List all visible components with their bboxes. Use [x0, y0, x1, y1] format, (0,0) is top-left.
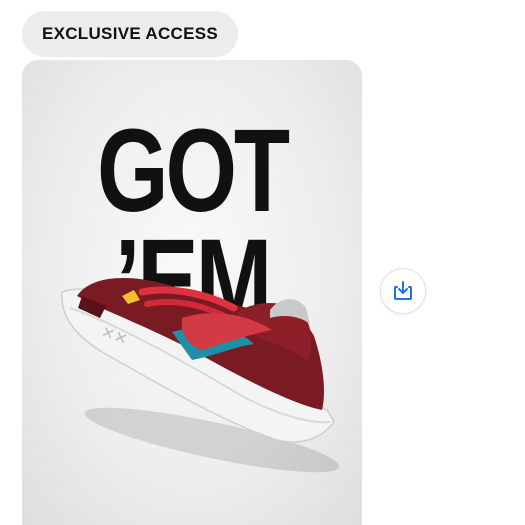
promo-image-card[interactable]: GOT ’EM ✕✕ [22, 60, 362, 525]
sneaker-image: ✕✕ [61, 277, 340, 473]
download-icon [394, 281, 412, 300]
badge-label: EXCLUSIVE ACCESS [41, 24, 219, 43]
exclusive-access-badge: EXCLUSIVE ACCESS [22, 11, 238, 57]
save-image-button[interactable] [380, 268, 426, 314]
